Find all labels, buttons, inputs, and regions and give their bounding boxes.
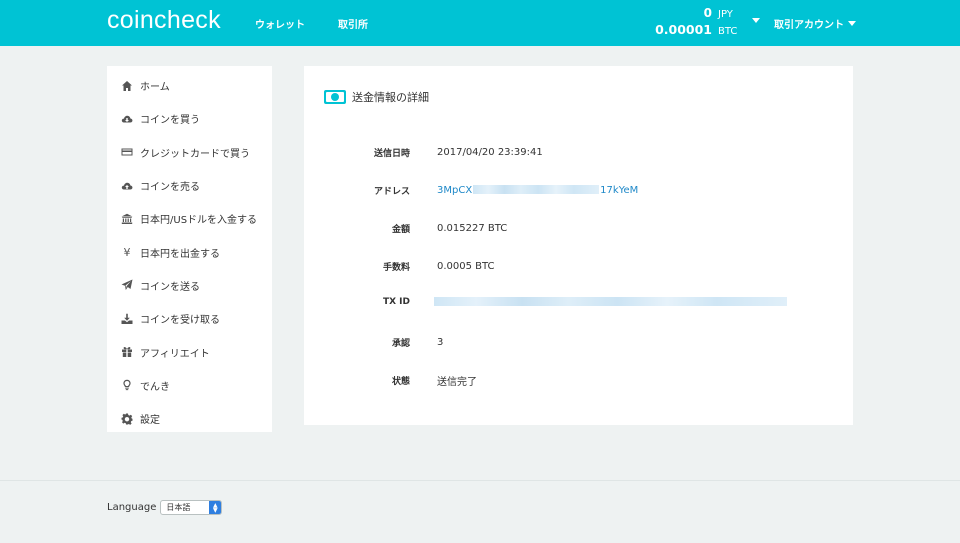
lightbulb-icon — [120, 378, 134, 392]
paper-plane-icon — [120, 278, 134, 292]
sidebar-item-send-coin[interactable]: コインを送る — [107, 269, 272, 302]
sidebar-item-settings[interactable]: 設定 — [107, 402, 272, 435]
panel-title: 送金情報の詳細 — [324, 89, 429, 105]
money-icon — [324, 90, 346, 104]
language-selector: Language 日本語 ▲ ▼ — [107, 500, 223, 515]
yen-icon: ¥ — [123, 245, 131, 259]
send-detail-panel: 送金情報の詳細 送信日時 2017/04/20 23:39:41 アドレス 3M… — [304, 66, 853, 425]
status-label: 状態 — [391, 376, 410, 387]
footer-divider — [0, 480, 960, 481]
sidebar-item-withdraw[interactable]: ¥ 日本円を出金する — [107, 235, 272, 268]
address-prefix: 3MpCX — [437, 184, 473, 196]
sidebar-item-receive-coin[interactable]: コインを受け取る — [107, 302, 272, 335]
sidebar-item-label: 日本円を出金する — [140, 248, 220, 260]
language-selected-value: 日本語 — [166, 503, 191, 512]
cloud-download-icon — [120, 112, 134, 126]
detail-row-fee: 手数料 0.0005 BTC — [304, 256, 853, 276]
language-label: Language — [107, 502, 157, 513]
nav-exchange-link[interactable]: 取引所 — [338, 16, 368, 31]
sidebar-item-label: コインを買う — [140, 115, 200, 127]
sidebar-item-deposit[interactable]: 日本円/USドルを入金する — [107, 202, 272, 235]
home-icon — [120, 79, 134, 93]
sidebar-item-label: コインを売る — [140, 182, 200, 194]
caret-down-icon — [848, 21, 856, 26]
txid-value[interactable] — [434, 297, 787, 308]
balance-display[interactable]: 0 JPY 0.00001 BTC — [655, 6, 746, 38]
sidebar-item-label: 日本円/USドルを入金する — [140, 215, 258, 227]
bank-icon — [120, 212, 134, 226]
sidebar-item-label: でんき — [140, 381, 170, 393]
confirmations-label: 承認 — [391, 338, 410, 349]
sidebar-item-label: コインを受け取る — [140, 315, 220, 327]
fee-value: 0.0005 BTC — [437, 260, 495, 272]
sidebar-item-sell-coin[interactable]: コインを売る — [107, 169, 272, 202]
amount-value: 0.015227 BTC — [437, 222, 508, 234]
address-redacted-block — [473, 185, 600, 194]
status-value: 送信完了 — [437, 376, 477, 388]
txid-label: TX ID — [382, 297, 410, 307]
address-suffix: 17kYeM — [600, 184, 639, 196]
amount-label: 金額 — [391, 224, 410, 235]
datetime-value: 2017/04/20 23:39:41 — [437, 146, 543, 158]
download-tray-icon — [120, 312, 134, 326]
sidebar-menu: ホーム コインを買う クレジットカードで買う コインを売る 日本円/USドルを入… — [107, 66, 272, 432]
sidebar-item-denki[interactable]: でんき — [107, 369, 272, 402]
detail-row-datetime: 送信日時 2017/04/20 23:39:41 — [304, 142, 853, 162]
balance-jpy-unit: JPY — [718, 9, 733, 20]
top-header: coincheck ウォレット 取引所 0 JPY 0.00001 BTC 取引… — [0, 0, 960, 46]
detail-row-status: 状態 送信完了 — [304, 370, 853, 390]
sidebar-item-label: コインを送る — [140, 281, 200, 293]
detail-row-txid: TX ID — [304, 292, 853, 312]
sidebar-item-affiliate[interactable]: アフィリエイト — [107, 335, 272, 368]
address-link[interactable]: 3MpCX 17kYeM — [437, 185, 638, 196]
language-select[interactable]: 日本語 ▲ ▼ — [160, 500, 223, 515]
sidebar-item-label: クレジットカードで買う — [140, 148, 250, 160]
sidebar-item-buy-coin[interactable]: コインを買う — [107, 102, 272, 135]
sidebar-item-label: 設定 — [140, 415, 160, 427]
nav-wallet-link[interactable]: ウォレット — [255, 16, 305, 31]
txid-redacted-block — [434, 297, 787, 306]
sidebar-item-credit-card[interactable]: クレジットカードで買う — [107, 136, 272, 169]
detail-row-amount: 金額 0.015227 BTC — [304, 218, 853, 238]
balance-jpy-row: 0 JPY — [655, 6, 746, 22]
panel-title-text: 送金情報の詳細 — [352, 91, 429, 104]
sidebar-item-label: ホーム — [140, 82, 170, 94]
detail-row-address: アドレス 3MpCX 17kYeM — [304, 180, 853, 200]
account-menu-label: 取引アカウント — [774, 20, 844, 31]
cloud-upload-icon — [120, 179, 134, 193]
sidebar-item-label: アフィリエイト — [140, 348, 210, 360]
coincheck-logo[interactable]: coincheck — [107, 6, 221, 35]
confirmations-value: 3 — [437, 336, 444, 348]
fee-label: 手数料 — [382, 262, 410, 273]
balance-btc-row: 0.00001 BTC — [655, 22, 746, 38]
select-updown-icon: ▲ ▼ — [209, 501, 222, 514]
gift-icon — [120, 345, 134, 359]
datetime-label: 送信日時 — [373, 148, 410, 159]
balance-caret-down-icon[interactable] — [752, 18, 760, 23]
detail-row-confirmations: 承認 3 — [304, 332, 853, 352]
gear-icon — [120, 412, 134, 426]
address-label: アドレス — [373, 186, 410, 197]
credit-card-icon — [120, 145, 134, 159]
account-menu-dropdown[interactable]: 取引アカウント — [774, 16, 856, 31]
balance-jpy-amount: 0 — [703, 6, 712, 20]
balance-btc-unit: BTC — [718, 26, 738, 37]
balance-btc-amount: 0.00001 — [655, 22, 712, 37]
sidebar-item-home[interactable]: ホーム — [107, 69, 272, 102]
